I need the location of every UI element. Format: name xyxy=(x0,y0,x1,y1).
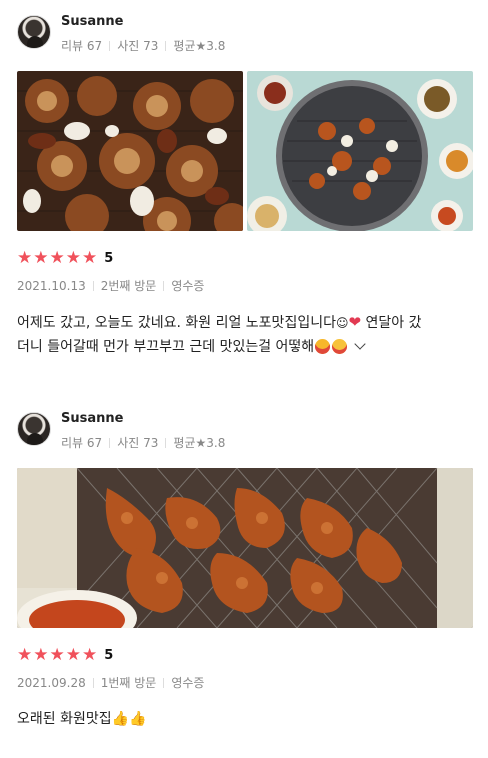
star-icon: ★ xyxy=(82,248,98,268)
reviewer-stats: 리뷰 67 사진 73 평균★3.8 xyxy=(61,37,225,54)
review-label: 리뷰 xyxy=(61,436,84,450)
review-text-line: 어제도 갔고, 오늘도 갔네요. 화원 리얼 노포맛집입니다☺❤ 연달아 갔 xyxy=(17,310,477,335)
photo-label: 사진 xyxy=(117,436,140,450)
review-text-part: 연달아 갔 xyxy=(365,315,422,331)
divider xyxy=(92,678,94,688)
visit-info: 2021.09.28 1번째 방문 영수증 xyxy=(17,674,204,691)
star-icon: ★ xyxy=(82,645,98,665)
avg-rating: 3.8 xyxy=(206,436,226,450)
heart-icon: ❤ xyxy=(348,313,362,331)
review-text-part: 어제도 갔고, 오늘도 갔네요. 화원 리얼 노포맛집입니다 xyxy=(17,315,336,331)
review-text[interactable]: 어제도 갔고, 오늘도 갔네요. 화원 리얼 노포맛집입니다☺❤ 연달아 갔 더… xyxy=(17,310,477,359)
star-icon: ★ xyxy=(17,248,33,268)
star-struck-icon xyxy=(315,339,331,354)
star-icon: ★ xyxy=(65,645,81,665)
receipt-label: 영수증 xyxy=(171,676,205,690)
visit-count: 1번째 방문 xyxy=(100,676,157,690)
star-icon: ★ xyxy=(33,248,49,268)
review-label: 리뷰 xyxy=(61,39,84,53)
reviewer-name[interactable]: Susanne xyxy=(61,411,123,426)
grilled-food-photo xyxy=(17,71,243,231)
divider xyxy=(165,41,167,51)
receipt-label: 영수증 xyxy=(171,279,205,293)
visit-date: 2021.10.13 xyxy=(17,279,86,293)
rating-score: 5 xyxy=(104,647,114,663)
heart-eyes-icon xyxy=(332,339,348,354)
star-icon: ★ xyxy=(49,645,65,665)
avg-rating: 3.8 xyxy=(206,39,226,53)
star-icon: ★ xyxy=(17,645,33,665)
review-text-line: 더니 들어갈때 먼가 부끄부끄 근데 맛있는걸 어떻해 xyxy=(17,335,477,359)
photo-label: 사진 xyxy=(117,39,140,53)
photo-count: 73 xyxy=(143,39,159,53)
visit-count: 2번째 방문 xyxy=(100,279,157,293)
reviewer-stats: 리뷰 67 사진 73 평균★3.8 xyxy=(61,434,225,451)
table-spread-photo xyxy=(247,71,473,231)
chevron-down-icon[interactable] xyxy=(354,338,366,350)
avg-label: 평균★ xyxy=(173,39,207,53)
rating-score: 5 xyxy=(104,250,114,266)
thumbs-up-icon: 👍 xyxy=(129,711,147,727)
star-icon: ★ xyxy=(49,248,65,268)
rating-stars: ★ ★ ★ ★ ★ 5 xyxy=(17,249,113,267)
thumbs-up-icon: 👍 xyxy=(111,711,130,727)
review-photo[interactable] xyxy=(247,71,473,231)
star-icon: ★ xyxy=(65,248,81,268)
review-text-part: 더니 들어갈때 먼가 부끄부끄 근데 맛있는걸 어떻해 xyxy=(17,339,315,355)
avg-label: 평균★ xyxy=(173,436,207,450)
visit-info: 2021.10.13 2번째 방문 영수증 xyxy=(17,277,204,294)
divider xyxy=(109,438,111,448)
reviewer-name[interactable]: Susanne xyxy=(61,14,123,29)
avatar[interactable] xyxy=(17,412,51,446)
review-photo[interactable] xyxy=(17,71,243,231)
photo-count: 73 xyxy=(143,436,159,450)
divider xyxy=(163,678,165,688)
rating-stars: ★ ★ ★ ★ ★ 5 xyxy=(17,646,113,664)
star-icon: ★ xyxy=(33,645,49,665)
divider xyxy=(109,41,111,51)
divider xyxy=(163,281,165,291)
grilled-chicken-feet-photo xyxy=(17,468,473,628)
divider xyxy=(165,438,167,448)
avatar[interactable] xyxy=(17,15,51,49)
divider xyxy=(92,281,94,291)
review-count: 67 xyxy=(86,39,103,53)
visit-date: 2021.09.28 xyxy=(17,676,86,690)
review-count: 67 xyxy=(86,436,103,450)
review-text[interactable]: 오래된 화원맛집👍👍 xyxy=(17,707,477,731)
smile-icon: ☺ xyxy=(335,316,349,330)
review-photo[interactable] xyxy=(17,468,473,628)
review-text-part: 오래된 화원맛집 xyxy=(17,711,112,727)
